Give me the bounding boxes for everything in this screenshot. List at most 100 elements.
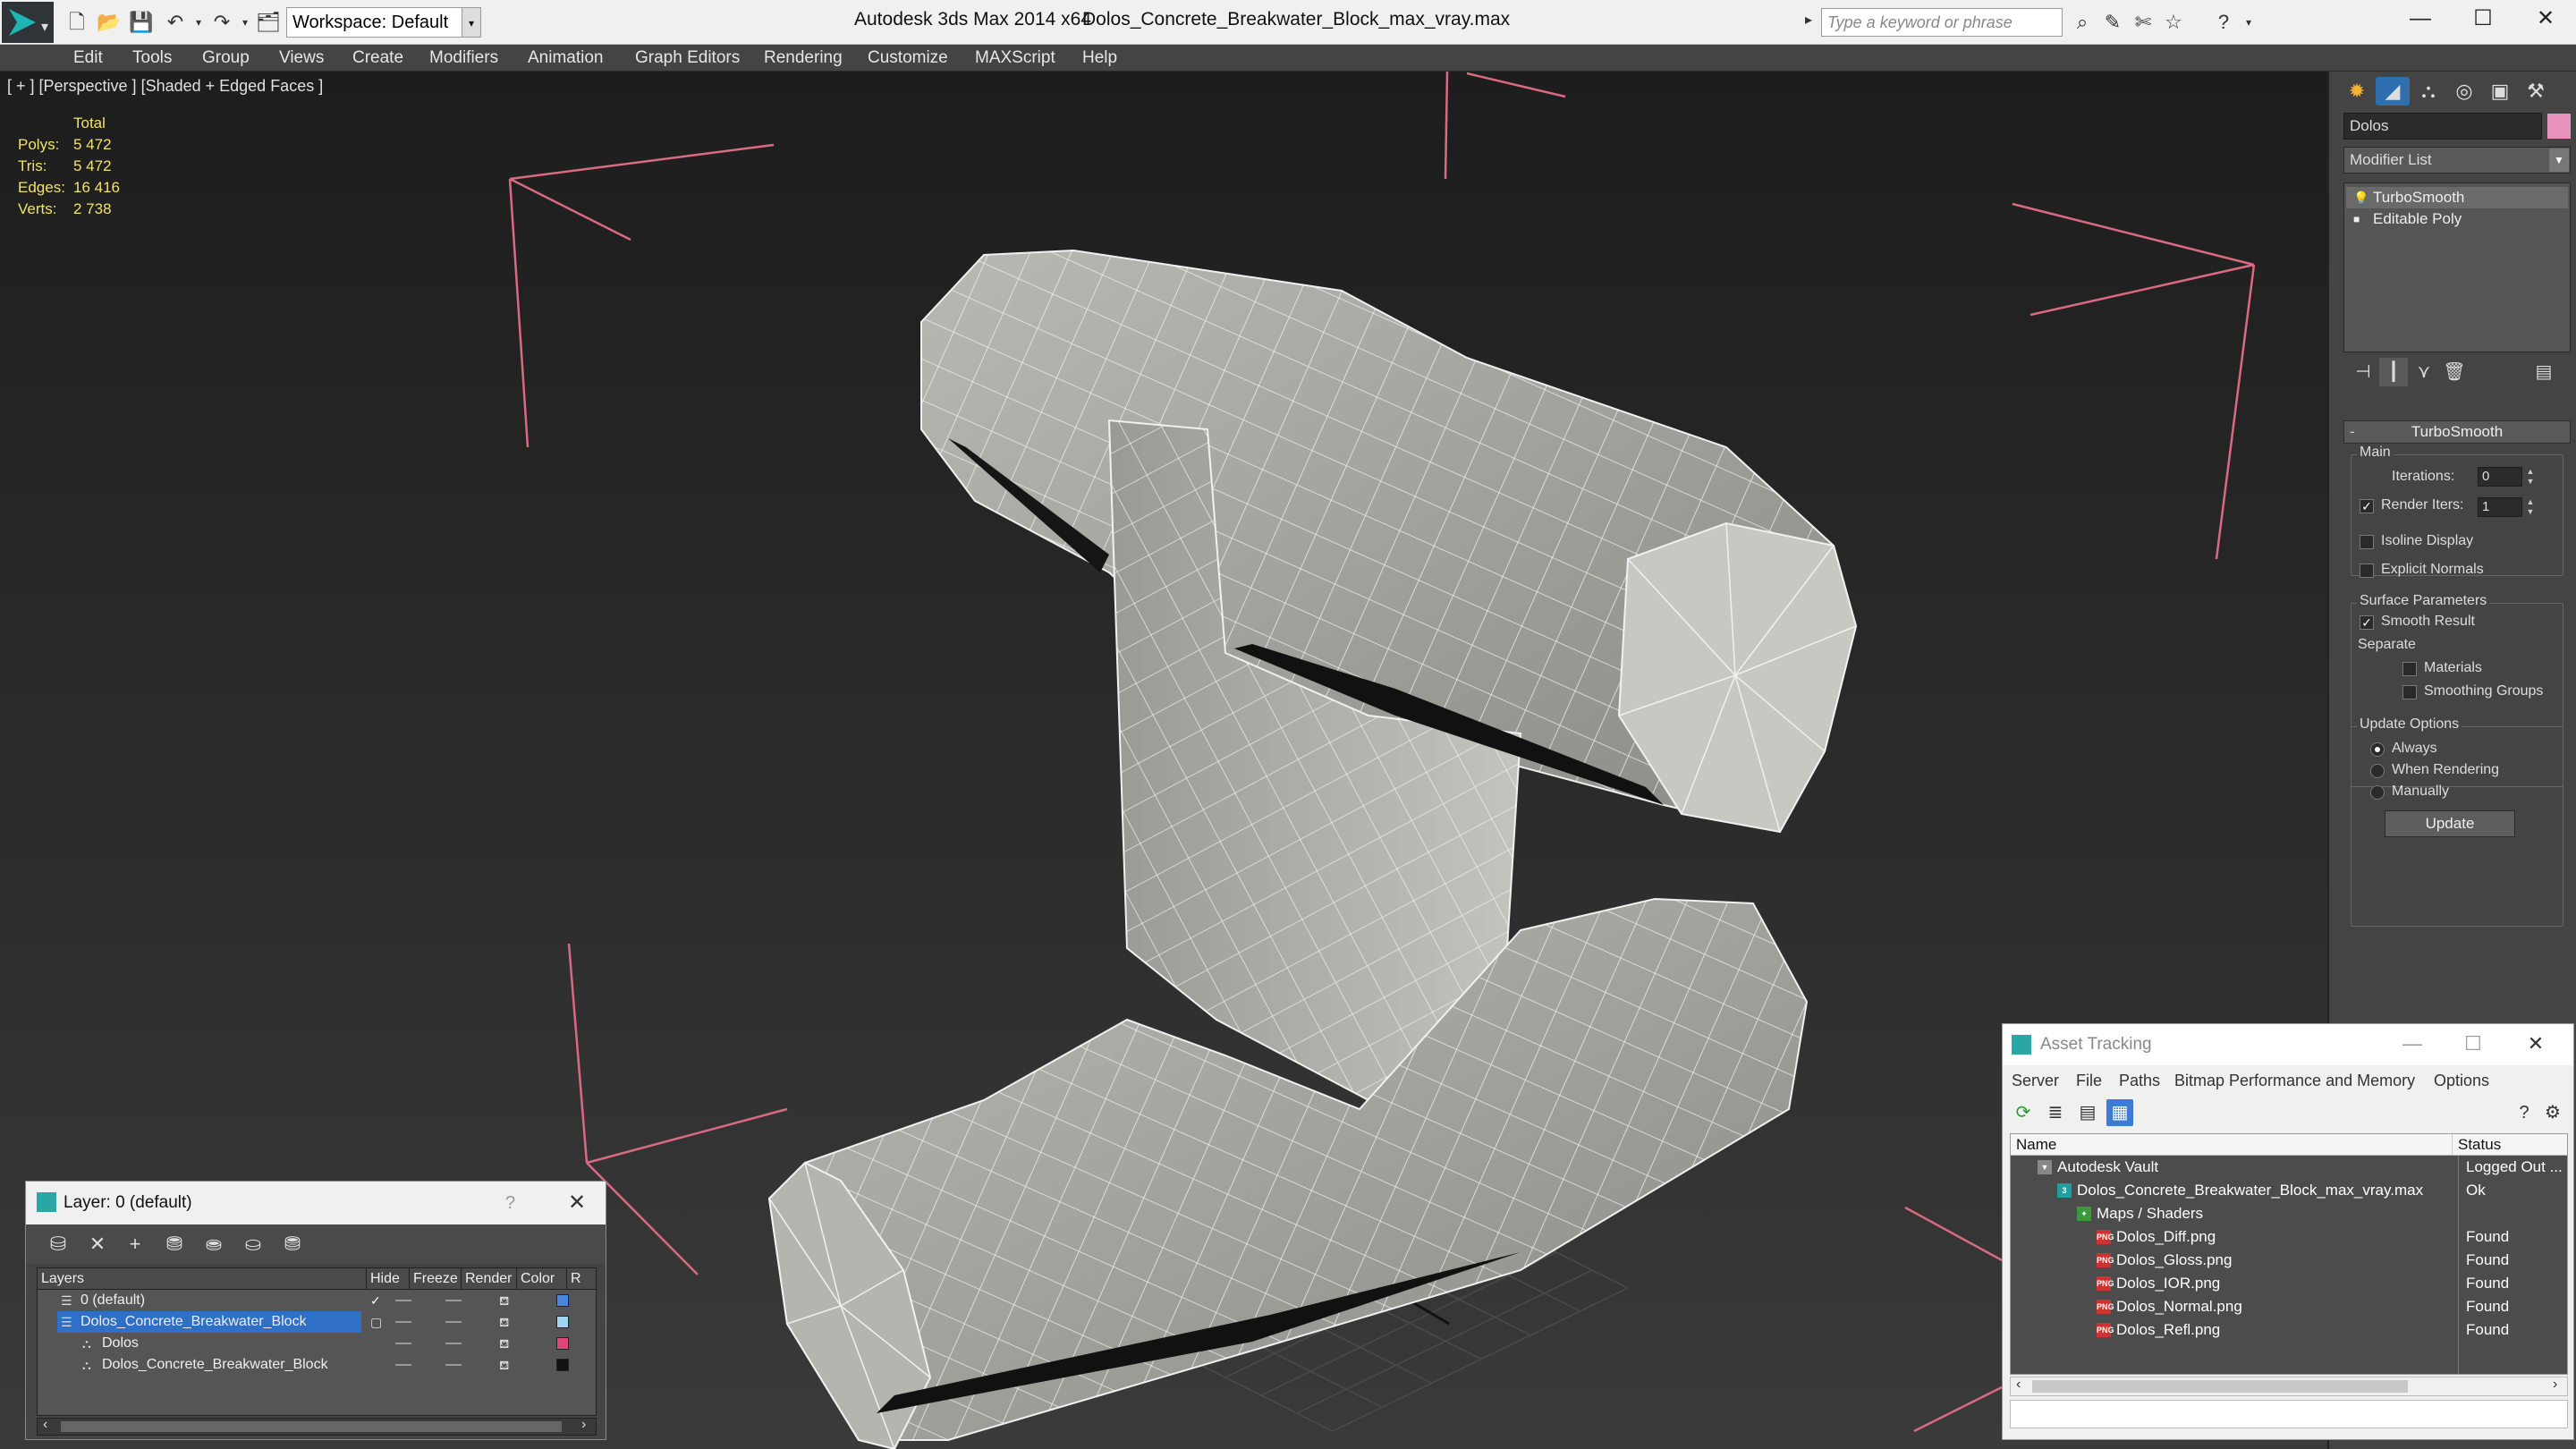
- stack-item-turbosmooth[interactable]: 💡 TurboSmooth: [2346, 187, 2568, 208]
- menu-create[interactable]: Create: [352, 45, 403, 72]
- layer-row[interactable]: ⛬ Dolos ⛾: [38, 1333, 596, 1354]
- menu-options[interactable]: Options: [2434, 1065, 2489, 1096]
- spinner-arrows-icon[interactable]: ▲ ▼: [2524, 497, 2537, 517]
- asset-row[interactable]: ✦ Maps / Shaders: [2011, 1202, 2567, 1225]
- help-dropdown-icon[interactable]: ▾: [2234, 8, 2263, 37]
- workspace-dropdown-arrow[interactable]: ▾: [462, 7, 481, 38]
- layer-row[interactable]: ☰ Dolos_Concrete_Breakwater_Block ▢ ⛾: [38, 1311, 596, 1333]
- asset-row[interactable]: PNG Dolos_Refl.png Found: [2011, 1318, 2567, 1342]
- search-input[interactable]: Type a keyword or phrase: [1821, 8, 2063, 37]
- smooth-result-checkbox[interactable]: ✓: [2360, 615, 2374, 630]
- hide-all-layers-icon[interactable]: ⛀: [239, 1230, 267, 1258]
- utilities-tab-icon[interactable]: ⚒: [2519, 77, 2553, 106]
- menu-server[interactable]: Server: [2012, 1065, 2059, 1096]
- column-freeze[interactable]: Freeze: [410, 1268, 462, 1290]
- select-in-layer-icon[interactable]: ⛃: [160, 1230, 189, 1258]
- scrollbar-thumb[interactable]: [61, 1421, 562, 1432]
- binoculars-icon[interactable]: ⌕: [2068, 8, 2097, 37]
- close-icon[interactable]: ✕: [568, 1182, 586, 1224]
- menu-views[interactable]: Views: [279, 45, 324, 72]
- update-manually-radio[interactable]: [2370, 785, 2385, 800]
- asset-row[interactable]: ▼ Autodesk Vault Logged Out ...: [2011, 1156, 2567, 1179]
- close-icon[interactable]: ✕: [2509, 1024, 2563, 1065]
- freeze-toggle[interactable]: [445, 1321, 462, 1323]
- hide-toggle[interactable]: [395, 1300, 411, 1301]
- layer-dialog-titlebar[interactable]: Layer: 0 (default) ? ✕: [26, 1182, 606, 1224]
- iterations-spinner[interactable]: 0: [2478, 467, 2522, 487]
- menu-tools[interactable]: Tools: [132, 45, 172, 72]
- stack-item-editable-poly[interactable]: ■ Editable Poly: [2346, 208, 2568, 230]
- render-iters-checkbox[interactable]: ✓: [2360, 499, 2374, 513]
- minimize-icon[interactable]: —: [2385, 1024, 2439, 1065]
- column-name[interactable]: Name: [2011, 1134, 2453, 1156]
- freeze-toggle[interactable]: [445, 1364, 462, 1366]
- update-always-radio[interactable]: [2370, 742, 2385, 757]
- modify-tab-icon[interactable]: ◢: [2376, 77, 2410, 106]
- freeze-toggle[interactable]: [445, 1300, 462, 1301]
- menu-maxscript[interactable]: MAXScript: [975, 45, 1055, 72]
- layer-color-swatch[interactable]: [556, 1294, 569, 1307]
- separate-materials-checkbox[interactable]: [2402, 662, 2417, 676]
- help-icon[interactable]: ?: [2511, 1099, 2538, 1126]
- column-render[interactable]: Render: [462, 1268, 517, 1290]
- layer-horizontal-scrollbar[interactable]: ‹ ›: [37, 1417, 597, 1436]
- asset-tracking-titlebar[interactable]: Asset Tracking — ☐ ✕: [2003, 1024, 2573, 1065]
- viewport-label[interactable]: [ + ] [Perspective ] [Shaded + Edged Fac…: [7, 77, 323, 96]
- column-status[interactable]: Status: [2453, 1134, 2567, 1156]
- hierarchy-tab-icon[interactable]: ⛬: [2411, 77, 2445, 106]
- maximize-window-button[interactable]: ☐: [2449, 0, 2517, 39]
- scrollbar-thumb[interactable]: [2032, 1380, 2408, 1393]
- object-name-field[interactable]: Dolos: [2343, 113, 2542, 140]
- make-unique-icon[interactable]: ⋎: [2410, 358, 2438, 386]
- render-teapot-icon[interactable]: ⛾: [499, 1354, 509, 1376]
- spinner-arrows-icon[interactable]: ▲ ▼: [2524, 467, 2537, 487]
- menu-modifiers[interactable]: Modifiers: [429, 45, 498, 72]
- menu-edit[interactable]: Edit: [73, 45, 103, 72]
- table-view-icon[interactable]: ▦: [2106, 1099, 2133, 1126]
- menu-graph-editors[interactable]: Graph Editors: [635, 45, 740, 72]
- freeze-all-layers-icon[interactable]: ⛃: [278, 1230, 307, 1258]
- layer-color-swatch[interactable]: [556, 1337, 569, 1350]
- save-file-icon[interactable]: 💾: [127, 8, 156, 37]
- menu-bitmap-performance[interactable]: Bitmap Performance and Memory: [2174, 1065, 2415, 1096]
- explicit-normals-checkbox[interactable]: [2360, 564, 2374, 578]
- minimize-window-button[interactable]: —: [2386, 0, 2454, 39]
- menu-customize[interactable]: Customize: [868, 45, 948, 72]
- scroll-left-icon[interactable]: ‹: [43, 1417, 47, 1433]
- project-folder-icon[interactable]: 🗂: [254, 8, 283, 37]
- subscription-icon[interactable]: ✎: [2098, 8, 2127, 37]
- asset-row[interactable]: 3 Dolos_Concrete_Breakwater_Block_max_vr…: [2011, 1179, 2567, 1202]
- separate-smoothing-groups-checkbox[interactable]: [2402, 685, 2417, 699]
- hide-toggle[interactable]: [395, 1321, 411, 1323]
- close-window-button[interactable]: ✕: [2512, 0, 2576, 39]
- active-layer-check-icon[interactable]: ✓: [370, 1290, 381, 1311]
- render-teapot-icon[interactable]: ⛾: [499, 1333, 509, 1354]
- favorites-star-icon[interactable]: ☆: [2159, 8, 2188, 37]
- create-layer-icon[interactable]: ⛁: [44, 1230, 72, 1258]
- chevron-down-icon[interactable]: ▼: [2549, 148, 2569, 172]
- column-color[interactable]: Color: [517, 1268, 567, 1290]
- render-teapot-icon[interactable]: ⛾: [499, 1311, 509, 1333]
- asset-row[interactable]: PNG Dolos_IOR.png Found: [2011, 1272, 2567, 1295]
- list-view-icon[interactable]: ≣: [2042, 1099, 2069, 1126]
- show-end-result-icon[interactable]: ┃: [2379, 358, 2408, 386]
- menu-group[interactable]: Group: [202, 45, 250, 72]
- create-tab-icon[interactable]: ✹: [2340, 77, 2374, 106]
- object-color-swatch[interactable]: [2547, 114, 2571, 139]
- motion-tab-icon[interactable]: ◎: [2447, 77, 2481, 106]
- highlight-layer-icon[interactable]: ⛂: [199, 1230, 228, 1258]
- layer-color-swatch[interactable]: [556, 1316, 569, 1328]
- pin-stack-icon[interactable]: ⊣: [2349, 358, 2377, 386]
- modifier-list-dropdown[interactable]: Modifier List: [2343, 147, 2571, 174]
- current-layer-box-icon[interactable]: ▢: [370, 1311, 382, 1333]
- menu-help[interactable]: Help: [1082, 45, 1117, 72]
- refresh-icon[interactable]: ⟳: [2010, 1099, 2037, 1126]
- asset-row[interactable]: PNG Dolos_Diff.png Found: [2011, 1225, 2567, 1249]
- hide-toggle[interactable]: [395, 1343, 411, 1344]
- lightbulb-icon[interactable]: 💡: [2353, 191, 2368, 205]
- update-button[interactable]: Update: [2385, 810, 2515, 837]
- scroll-right-icon[interactable]: ›: [2553, 1377, 2557, 1393]
- configure-sets-icon[interactable]: ▤: [2529, 358, 2558, 386]
- display-tab-icon[interactable]: ▣: [2483, 77, 2517, 106]
- column-hide[interactable]: Hide: [367, 1268, 410, 1290]
